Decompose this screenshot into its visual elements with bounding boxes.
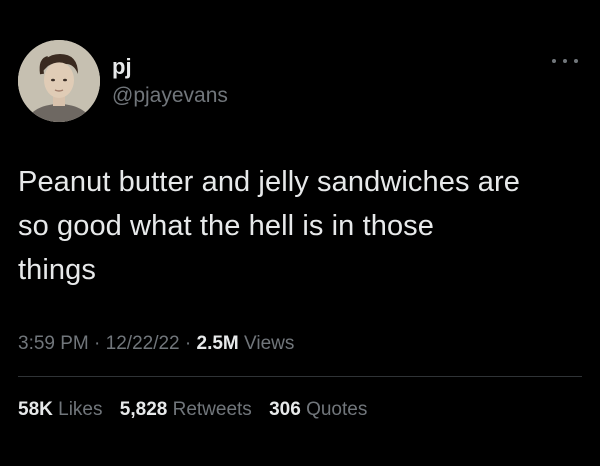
- meta-separator: ·: [94, 333, 101, 354]
- display-name[interactable]: pj: [112, 54, 228, 80]
- retweets-label: Retweets: [172, 399, 252, 420]
- avatar[interactable]: [18, 40, 100, 122]
- tweet-meta: 3:59 PM · 12/22/22 · 2.5M Views: [18, 330, 294, 358]
- views-count: 2.5M: [196, 333, 239, 354]
- likes-stat[interactable]: 58K Likes: [18, 399, 108, 420]
- tweet: pj @pjayevans Peanut butter and jelly sa…: [0, 0, 600, 466]
- tweet-header: pj @pjayevans: [18, 40, 582, 122]
- tweet-text-line: so good what the hell is in those: [18, 210, 435, 242]
- more-options-icon[interactable]: [552, 56, 578, 66]
- author-names: pj @pjayevans: [112, 54, 228, 110]
- likes-count: 58K: [18, 399, 53, 420]
- tweet-date[interactable]: 12/22/22: [106, 333, 180, 354]
- user-handle[interactable]: @pjayevans: [112, 82, 228, 110]
- quotes-stat[interactable]: 306 Quotes: [269, 399, 367, 420]
- more-dot: [563, 59, 567, 63]
- more-dot: [552, 59, 556, 63]
- tweet-text-line: things: [18, 254, 96, 286]
- quotes-count: 306: [269, 399, 301, 420]
- tweet-stats: 58K Likes 5,828 Retweets 306 Quotes: [18, 396, 379, 424]
- retweets-stat[interactable]: 5,828 Retweets: [120, 399, 257, 420]
- meta-separator: ·: [184, 333, 192, 354]
- quotes-label: Quotes: [306, 399, 368, 420]
- retweets-count: 5,828: [119, 399, 168, 420]
- tweet-text-line: Peanut butter and jelly sandwiches are: [18, 166, 520, 198]
- likes-label: Likes: [58, 399, 103, 420]
- more-dot: [574, 59, 578, 63]
- views-label: Views: [244, 333, 295, 354]
- tweet-time[interactable]: 3:59 PM: [18, 333, 89, 354]
- tweet-text: Peanut butter and jelly sandwiches are s…: [18, 160, 588, 292]
- profile-photo-icon: [18, 40, 100, 122]
- divider: [18, 376, 582, 377]
